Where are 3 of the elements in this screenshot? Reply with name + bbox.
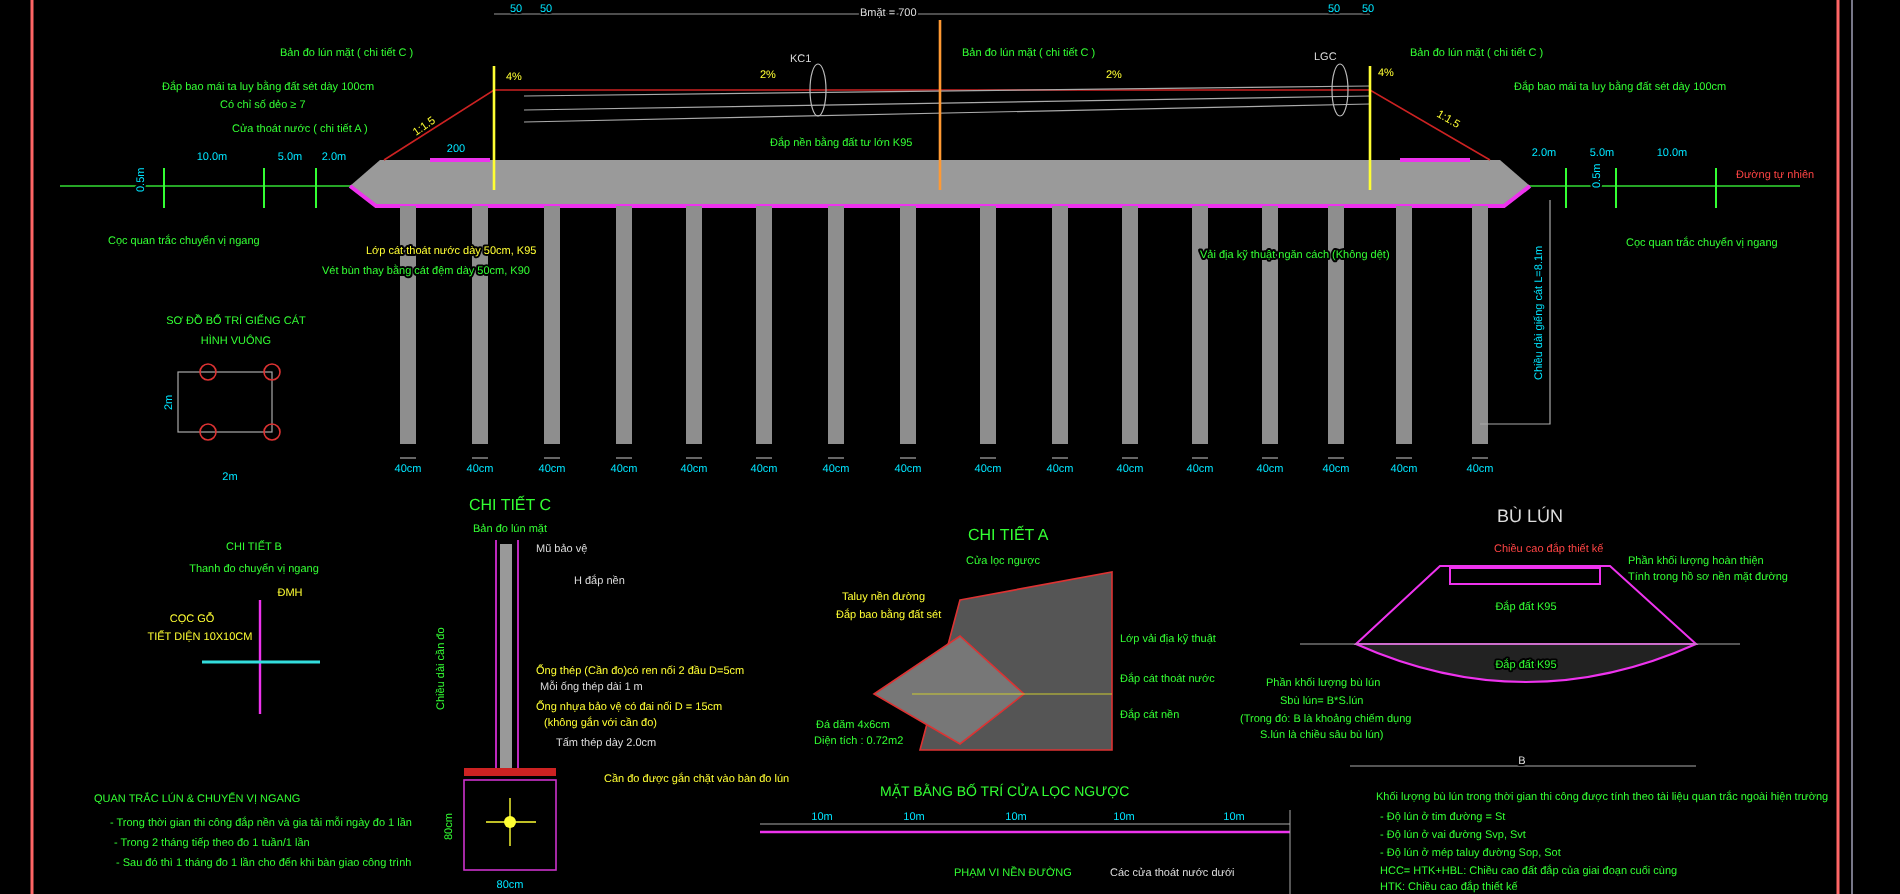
annotation-label: BÙ LÚN (1497, 506, 1563, 526)
annotation-label: CHI TIẾT C (468, 496, 552, 514)
annotation-label: CHI TIẾT A (968, 526, 1049, 544)
